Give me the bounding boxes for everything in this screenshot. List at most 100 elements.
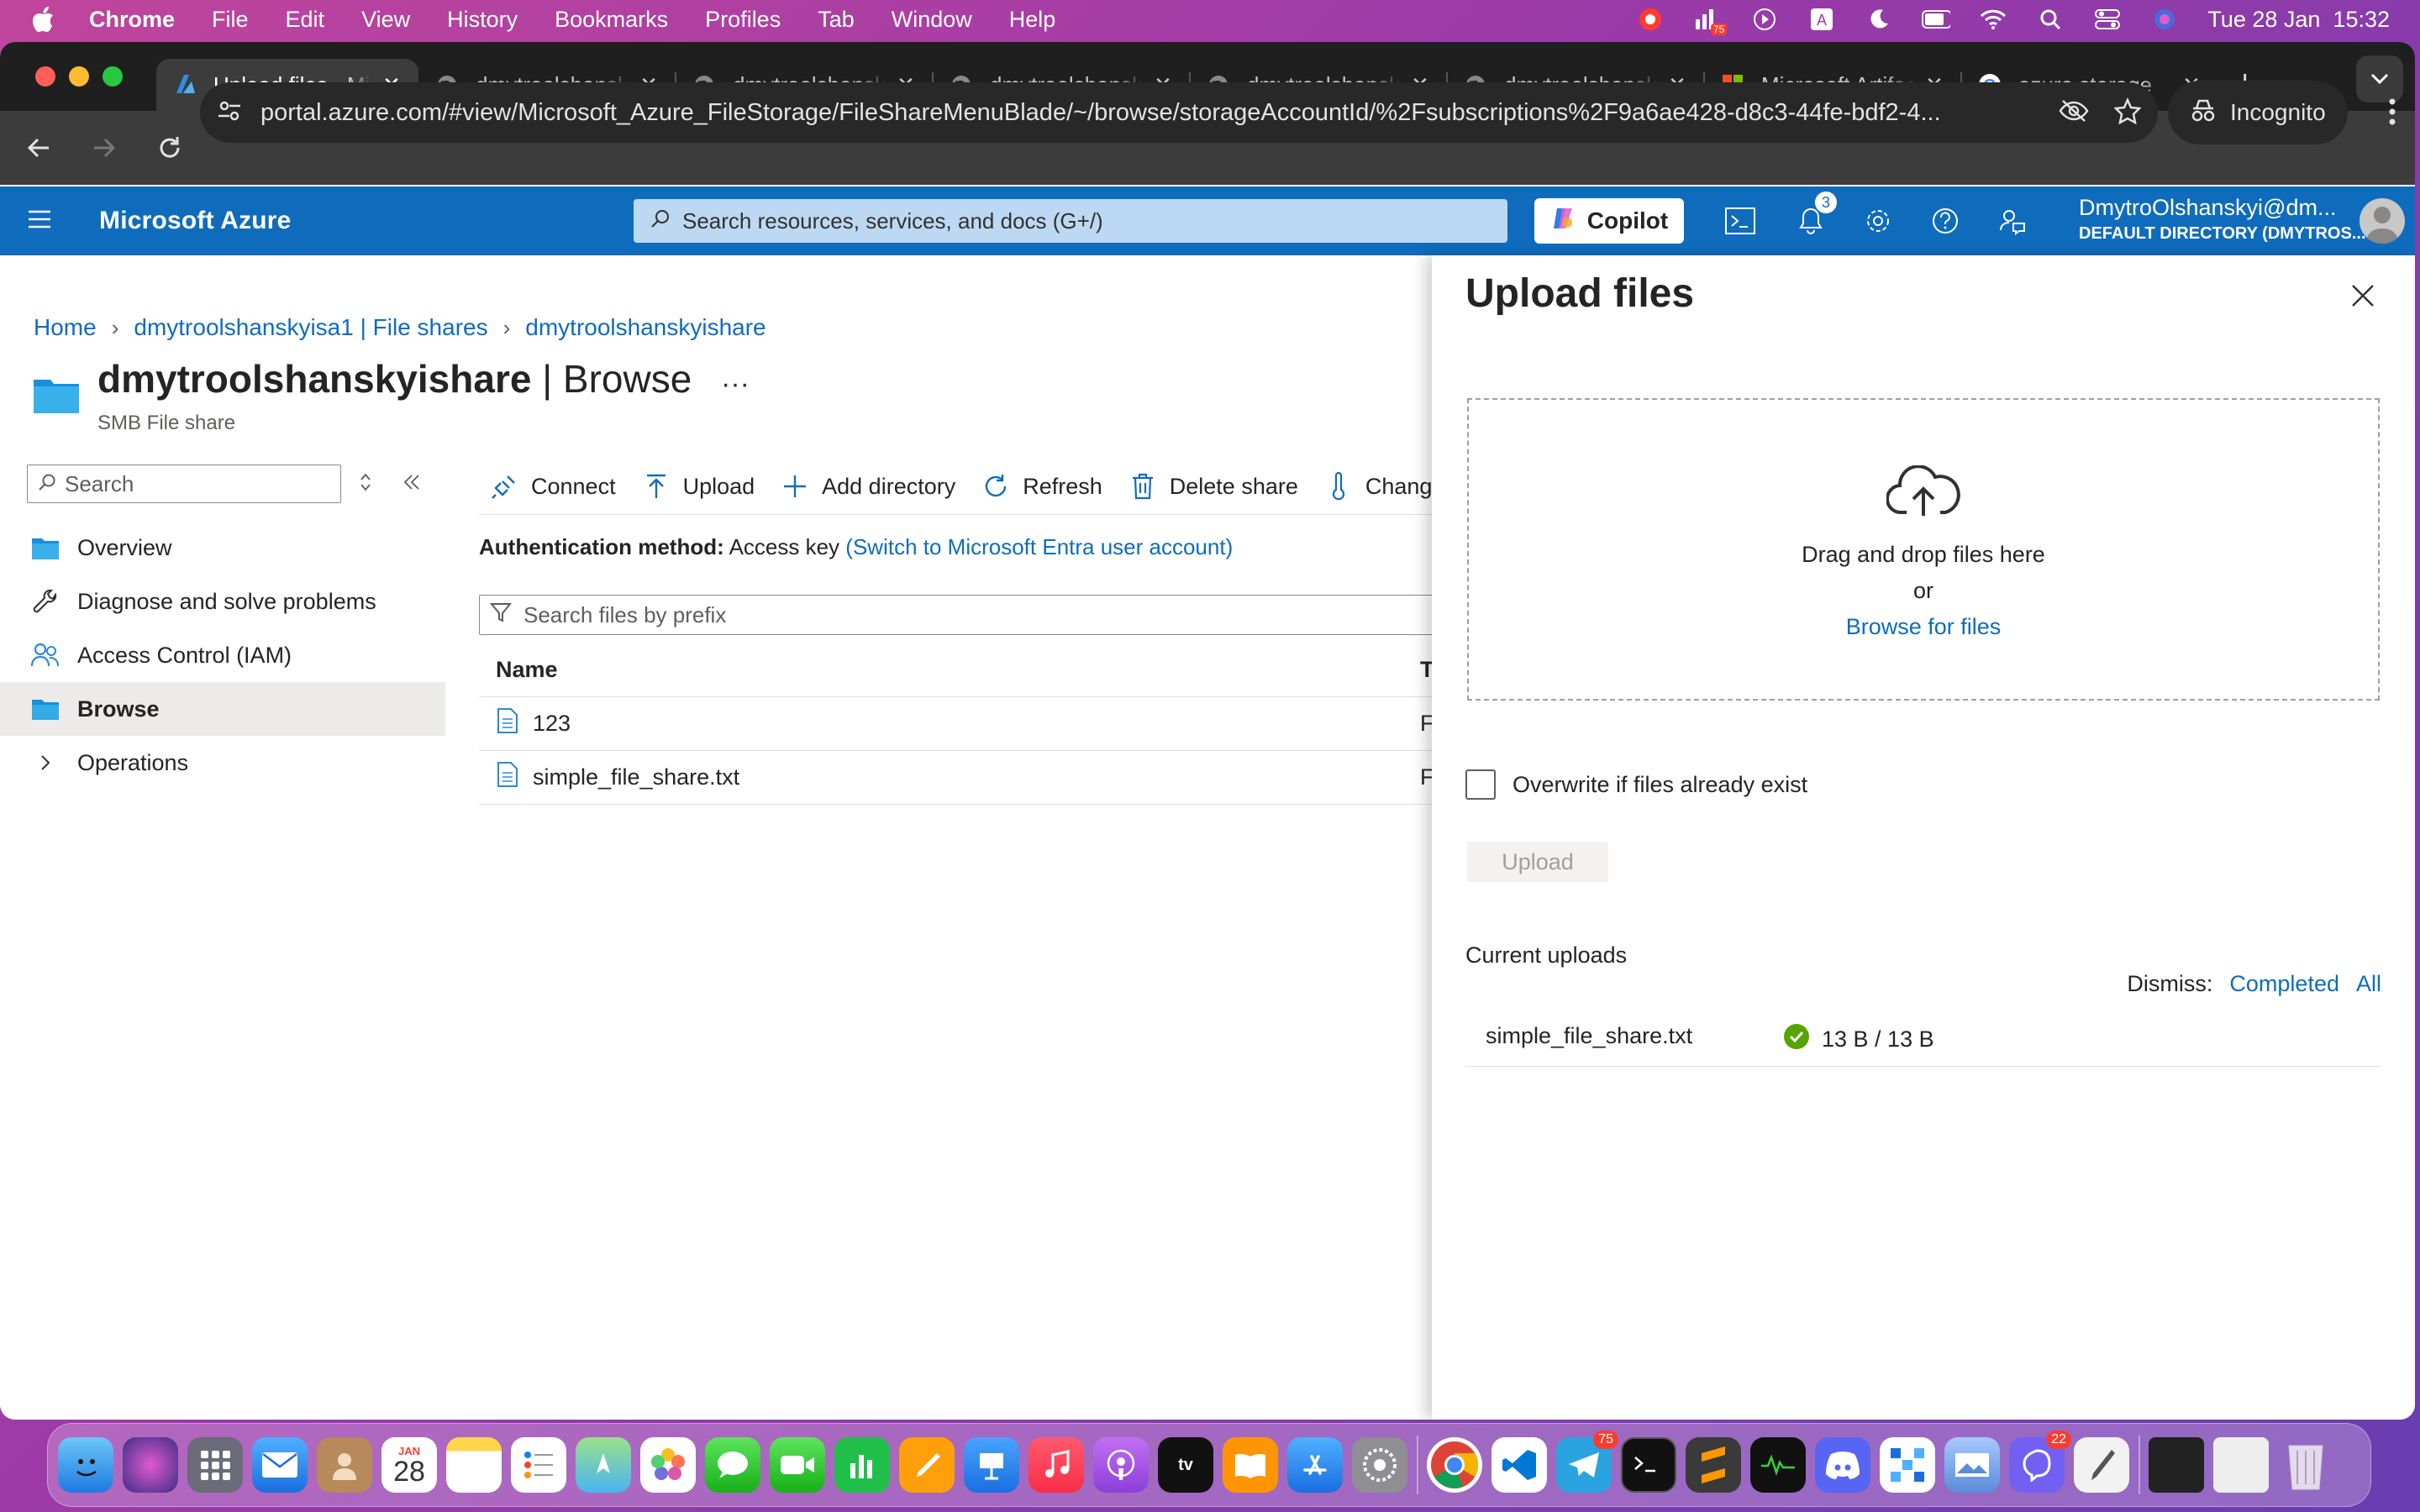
stats-icon[interactable]: 75: [1693, 7, 1728, 35]
control-center-icon[interactable]: [2093, 7, 2122, 32]
notifications-bell-icon[interactable]: 3: [1795, 192, 1837, 237]
column-name[interactable]: Name: [479, 657, 558, 683]
switch-auth-link[interactable]: (Switch to Microsoft Entra user account): [845, 534, 1233, 559]
nav-item-diagnose[interactable]: Diagnose and solve problems: [0, 575, 445, 628]
azure-brand[interactable]: Microsoft Azure: [99, 207, 292, 235]
system-settings-icon[interactable]: [1352, 1437, 1407, 1493]
menu-tab[interactable]: Tab: [818, 7, 855, 33]
zoom-window-button[interactable]: [103, 66, 123, 87]
help-icon[interactable]: [1929, 205, 1961, 237]
breadcrumb-file-shares[interactable]: dmytroolshanskyisa1 | File shares: [134, 314, 487, 341]
eye-off-icon[interactable]: [2059, 98, 2089, 128]
chrome-icon[interactable]: [1427, 1437, 1482, 1493]
textedit-icon[interactable]: [2074, 1437, 2129, 1493]
contacts-icon[interactable]: [317, 1437, 372, 1493]
recent-window-1[interactable]: [2149, 1437, 2204, 1493]
back-arrow-icon[interactable]: [22, 131, 55, 165]
shield-status-icon[interactable]: [1636, 7, 1665, 32]
menu-profiles[interactable]: Profiles: [705, 7, 781, 33]
search-icon[interactable]: [2036, 7, 2065, 32]
file-name-cell[interactable]: simple_file_share.txt: [479, 761, 739, 794]
recent-window-2[interactable]: [2213, 1437, 2269, 1493]
avatar[interactable]: [2360, 198, 2405, 244]
file-name[interactable]: 123: [533, 711, 571, 737]
keynote-icon[interactable]: [964, 1437, 1019, 1493]
preview-icon[interactable]: [1944, 1437, 2000, 1493]
menu-window[interactable]: Window: [892, 7, 972, 33]
close-icon[interactable]: [2348, 281, 2378, 311]
portal-menu-icon[interactable]: [27, 209, 52, 234]
disk-diagram-icon[interactable]: [1880, 1437, 1935, 1493]
menu-file[interactable]: File: [212, 7, 249, 33]
apple-tv-icon[interactable]: tv: [1158, 1437, 1213, 1493]
reminders-icon[interactable]: [511, 1437, 566, 1493]
browser-menu-icon[interactable]: [2388, 97, 2396, 130]
books-icon[interactable]: [1223, 1437, 1278, 1493]
add-directory-button[interactable]: Add directory: [781, 473, 955, 500]
wifi-icon[interactable]: [1979, 7, 2007, 32]
menu-help[interactable]: Help: [1009, 7, 1056, 33]
battery-icon[interactable]: [1922, 7, 1951, 32]
menu-view[interactable]: View: [361, 7, 410, 33]
overwrite-option[interactable]: Overwrite if files already exist: [1465, 769, 1807, 800]
finder-icon[interactable]: [58, 1437, 113, 1493]
maps-icon[interactable]: [576, 1437, 631, 1493]
expand-collapse-icon[interactable]: [360, 472, 371, 498]
drop-zone[interactable]: Drag and drop files here or Browse for f…: [1467, 398, 2380, 701]
upload-button[interactable]: Upload: [643, 473, 755, 500]
nav-item-operations[interactable]: Operations: [0, 736, 445, 790]
notes-icon[interactable]: [446, 1437, 502, 1493]
nav-item-iam[interactable]: Access Control (IAM): [0, 628, 445, 682]
mail-icon[interactable]: [252, 1437, 308, 1493]
app-store-icon[interactable]: [1287, 1437, 1343, 1493]
forward-arrow-icon[interactable]: [87, 131, 121, 165]
moon-icon[interactable]: [1865, 7, 1893, 32]
sublime-text-icon[interactable]: [1686, 1437, 1741, 1493]
table-row[interactable]: simple_file_share.txt F: [479, 751, 1434, 805]
file-name[interactable]: simple_file_share.txt: [533, 764, 739, 790]
table-row[interactable]: 123 F: [479, 697, 1434, 751]
global-search-input[interactable]: Search resources, services, and docs (G+…: [634, 199, 1507, 243]
overwrite-checkbox[interactable]: [1465, 769, 1496, 800]
play-icon[interactable]: [1750, 7, 1779, 32]
siri-icon[interactable]: [2150, 7, 2179, 32]
upload-submit-button[interactable]: Upload: [1467, 842, 1608, 882]
tab-search-chevron-icon[interactable]: [2356, 55, 2403, 102]
reload-icon[interactable]: [153, 131, 187, 165]
menu-search-input[interactable]: Search: [27, 465, 341, 503]
settings-gear-icon[interactable]: [1862, 205, 1894, 237]
more-actions-icon[interactable]: ···: [721, 368, 750, 401]
menu-history[interactable]: History: [447, 7, 518, 33]
cloud-shell-icon[interactable]: [1724, 205, 1756, 237]
bookmark-star-icon[interactable]: [2113, 97, 2142, 129]
browse-files-link[interactable]: Browse for files: [1846, 614, 2002, 640]
keyboard-input-icon[interactable]: A: [1807, 7, 1836, 32]
minimize-window-button[interactable]: [69, 66, 89, 87]
vscode-icon[interactable]: [1491, 1437, 1547, 1493]
messages-icon[interactable]: [705, 1437, 760, 1493]
address-bar[interactable]: portal.azure.com/#view/Microsoft_Azure_F…: [200, 82, 2158, 143]
refresh-button[interactable]: Refresh: [982, 473, 1102, 500]
siri-app-icon[interactable]: [123, 1437, 178, 1493]
file-name-cell[interactable]: 123: [479, 707, 571, 740]
breadcrumb-home[interactable]: Home: [34, 314, 97, 341]
terminal-icon[interactable]: [1621, 1437, 1676, 1493]
photos-icon[interactable]: [640, 1437, 696, 1493]
menu-edit[interactable]: Edit: [286, 7, 325, 33]
trash-icon[interactable]: [2278, 1437, 2333, 1493]
pages-icon[interactable]: [899, 1437, 955, 1493]
url-text[interactable]: portal.azure.com/#view/Microsoft_Azure_F…: [260, 99, 2050, 127]
breadcrumb-share[interactable]: dmytroolshanskyishare: [525, 314, 765, 341]
feedback-icon[interactable]: [1996, 205, 2028, 237]
file-prefix-search-input[interactable]: Search files by prefix: [479, 595, 1445, 635]
viber-icon[interactable]: 22: [2009, 1431, 2071, 1493]
nav-item-browse[interactable]: Browse: [0, 682, 445, 736]
account-info[interactable]: DmytroOlshanskyi@dm... DEFAULT DIRECTORY…: [2079, 195, 2366, 244]
telegram-icon[interactable]: 75: [1556, 1431, 1618, 1493]
numbers-icon[interactable]: [834, 1437, 890, 1493]
apple-icon[interactable]: [29, 5, 57, 34]
delete-share-button[interactable]: Delete share: [1129, 473, 1298, 500]
menu-app-name[interactable]: Chrome: [89, 7, 175, 33]
menu-bookmarks[interactable]: Bookmarks: [555, 7, 668, 33]
launchpad-icon[interactable]: [187, 1437, 243, 1493]
